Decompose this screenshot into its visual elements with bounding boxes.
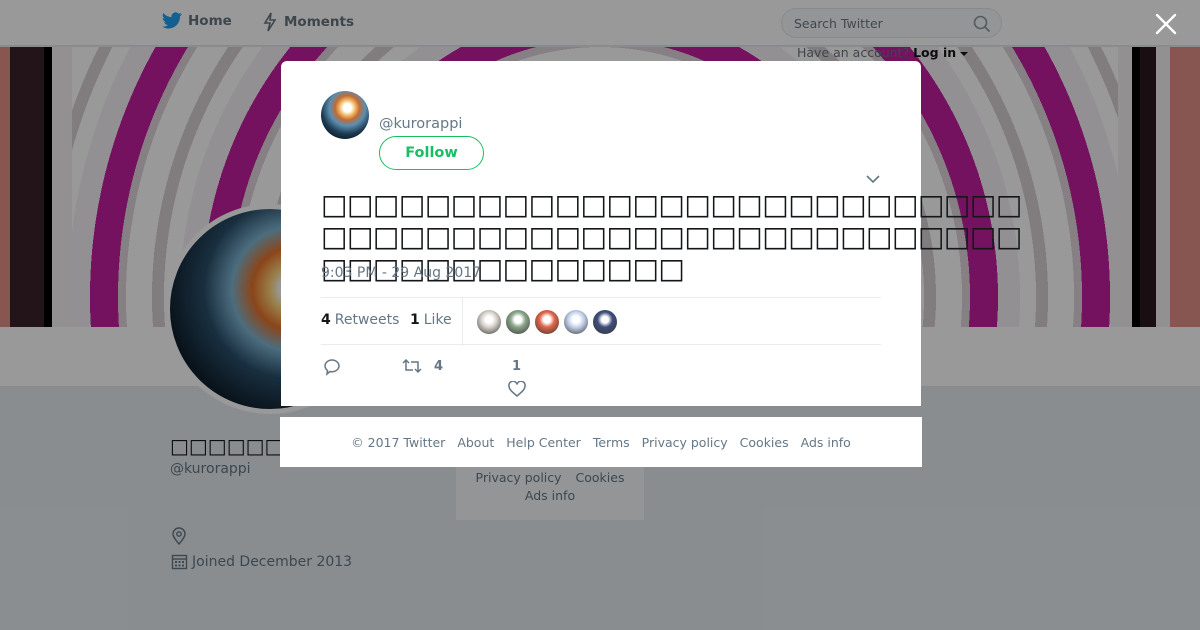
footer-copyright: © 2017 Twitter (351, 434, 446, 450)
liker-avatar[interactable] (476, 309, 502, 335)
liker-avatar[interactable] (505, 309, 531, 335)
footer-link-ads-info[interactable]: Ads info (801, 435, 851, 450)
liker-avatar[interactable] (534, 309, 560, 335)
liker-avatar[interactable] (592, 309, 618, 335)
footer-link-privacy[interactable]: Privacy policy (642, 435, 728, 450)
reply-button[interactable] (323, 358, 341, 376)
retweet-icon (402, 358, 422, 374)
likes-stat[interactable]: 1 Like (410, 312, 452, 328)
retweet-button[interactable]: 4 (402, 358, 443, 374)
retweets-label: Retweets (334, 312, 400, 328)
likes-count: 1 (410, 312, 420, 328)
retweet-count: 4 (434, 358, 444, 374)
footer-link-terms[interactable]: Terms (593, 435, 630, 450)
like-count: 1 (512, 359, 522, 374)
likes-label: Like (423, 312, 452, 328)
modal-footer: © 2017 Twitter About Help Center Terms P… (280, 417, 922, 467)
tweet-timestamp[interactable]: 9:03 PM - 29 Aug 2017 (321, 265, 481, 281)
tweet-author-avatar[interactable] (321, 91, 369, 139)
reply-icon (324, 359, 340, 376)
footer-link-cookies[interactable]: Cookies (740, 435, 789, 450)
tweet-permalink-modal: @kurorappi Follow □□□□□□□□□□□□□□□□□□□□□□… (281, 61, 1022, 406)
retweets-count: 4 (321, 312, 331, 328)
heart-icon[interactable] (508, 381, 526, 397)
retweets-stat[interactable]: 4 Retweets (321, 312, 399, 328)
follow-button[interactable]: Follow (379, 136, 484, 170)
tweet-stats: 4 Retweets 1 Like (321, 297, 881, 346)
liker-avatar[interactable] (563, 309, 589, 335)
footer-link-about[interactable]: About (457, 435, 494, 450)
tweet-author-handle[interactable]: @kurorappi (379, 116, 462, 132)
chevron-down-icon[interactable] (865, 171, 881, 187)
footer-link-help-center[interactable]: Help Center (506, 435, 581, 450)
stats-divider (462, 298, 463, 346)
close-icon[interactable] (1154, 12, 1178, 36)
